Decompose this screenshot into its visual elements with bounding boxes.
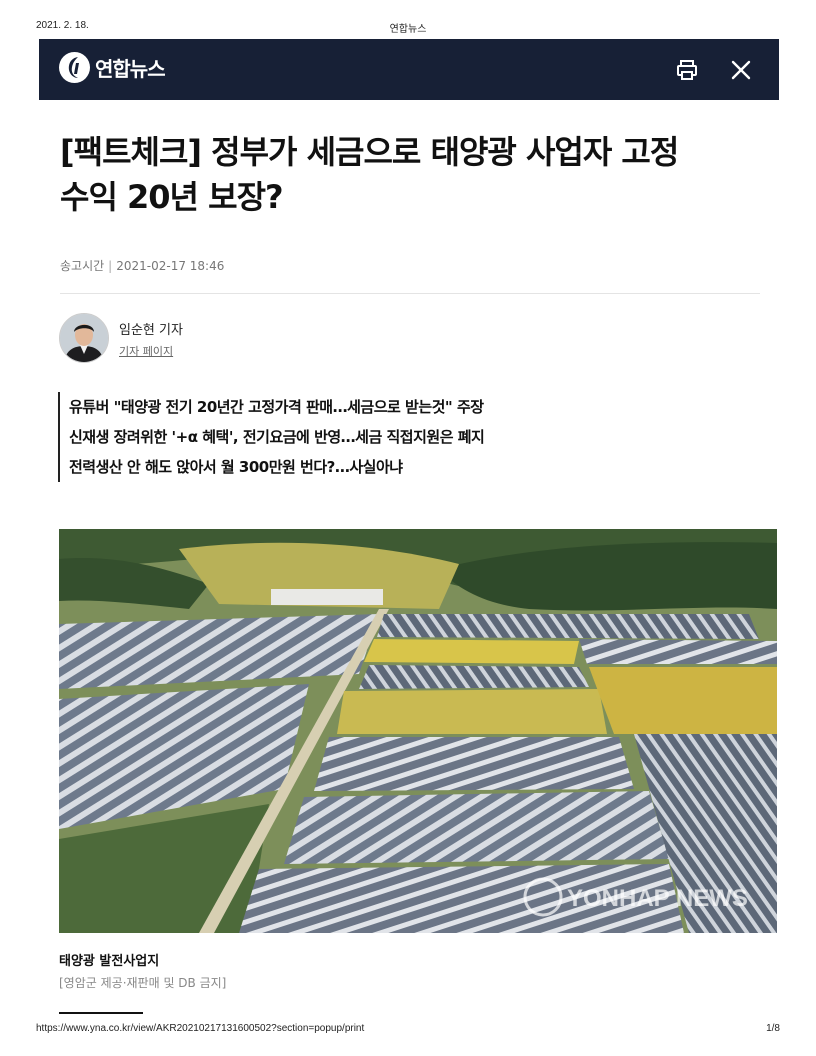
headline-line-1: [팩트체크] 정부가 세금으로 태양광 사업자 고정 xyxy=(60,133,679,171)
close-icon xyxy=(731,60,751,80)
photo-caption-credit: [영암군 제공·재판매 및 DB 금지] xyxy=(59,976,227,990)
print-page-number: 1/8 xyxy=(766,1023,780,1034)
divider xyxy=(60,293,760,294)
print-url: https://www.yna.co.kr/view/AKR2021021713… xyxy=(36,1023,365,1034)
summary-line: 전력생산 안 해도 앉아서 월 300만원 번다?…사실아냐 xyxy=(69,458,403,476)
publish-meta: 송고시간 | 2021-02-17 18:46 xyxy=(60,257,224,274)
top-bar: 연합뉴스 xyxy=(39,39,779,100)
brand-name: 연합뉴스 xyxy=(95,57,166,81)
reporter-page-link[interactable]: 기자 페이지 xyxy=(119,343,173,359)
printer-icon xyxy=(677,60,697,80)
article-summary: 유튜버 "태양광 전기 20년간 고정가격 판매…세금으로 받는것" 주장 신재… xyxy=(58,392,485,482)
footnote-rule xyxy=(59,1012,143,1014)
summary-line: 유튜버 "태양광 전기 20년간 고정가격 판매…세금으로 받는것" 주장 xyxy=(69,398,484,416)
reporter-avatar[interactable] xyxy=(59,313,109,363)
meta-separator: | xyxy=(108,259,113,273)
headline-line-2: 수익 20년 보장? xyxy=(60,178,284,216)
summary-line: 신재생 장려위한 '+α 혜택', 전기요금에 반영…세금 직접지원은 폐지 xyxy=(69,428,485,446)
close-button[interactable] xyxy=(729,58,753,82)
photo-watermark: YONHAP NEWS xyxy=(567,885,748,912)
print-site-title: 연합뉴스 xyxy=(389,24,427,35)
article-headline: [팩트체크] 정부가 세금으로 태양광 사업자 고정 수익 20년 보장? xyxy=(60,130,770,220)
print-button[interactable] xyxy=(675,58,699,82)
publish-label: 송고시간 xyxy=(60,259,105,273)
reporter-name: 임순현 기자 xyxy=(119,323,183,338)
publish-time: 2021-02-17 18:46 xyxy=(116,259,225,273)
photo-caption-title: 태양광 발전사업지 xyxy=(59,954,160,969)
brand-logo[interactable]: 연합뉴스 xyxy=(59,52,166,83)
article-photo[interactable]: YONHAP NEWS xyxy=(59,529,777,933)
yonhap-logo-icon xyxy=(59,52,90,83)
